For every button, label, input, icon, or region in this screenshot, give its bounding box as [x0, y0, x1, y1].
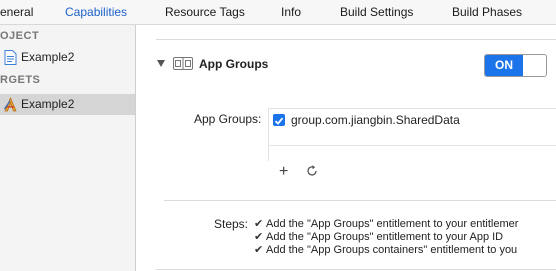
- targets-section-header: RGETS: [0, 74, 41, 86]
- group-checkbox[interactable]: [273, 114, 285, 126]
- step-text: Add the "App Groups" entitlement to your…: [266, 231, 504, 243]
- checkmark-icon: ✔: [254, 218, 264, 230]
- tab-resource-tags[interactable]: Resource Tags: [165, 5, 245, 19]
- checkmark-icon: ✔: [254, 244, 264, 256]
- editor-tab-bar: eneral Capabilities Resource Tags Info B…: [0, 0, 556, 25]
- step-text: Add the "App Groups containers" entitlem…: [266, 244, 518, 256]
- step-item: ✔ Add the "App Groups" entitlement to you…: [254, 217, 518, 230]
- sidebar-item-label: Example2: [21, 50, 75, 64]
- divider: [156, 39, 556, 40]
- group-identifier: group.com.jiangbin.SharedData: [291, 113, 460, 127]
- sidebar-item-project[interactable]: Example2: [0, 47, 135, 68]
- tab-general[interactable]: eneral: [0, 5, 33, 19]
- step-item: ✔ Add the "App Groups" entitlement to you…: [254, 230, 503, 243]
- list-row-divider: [269, 145, 556, 146]
- tab-build-settings[interactable]: Build Settings: [340, 5, 413, 19]
- add-group-button[interactable]: +: [279, 164, 288, 180]
- steps-label: Steps:: [214, 217, 249, 231]
- app-groups-field-label: App Groups:: [194, 112, 262, 126]
- toggle-on-label: ON: [485, 55, 523, 76]
- app-groups-list: group.com.jiangbin.SharedData: [268, 108, 556, 161]
- tab-capabilities[interactable]: Capabilities: [65, 5, 127, 19]
- checkmark-icon: ✔: [254, 231, 264, 243]
- divider: [156, 269, 556, 270]
- step-text: Add the "App Groups" entitlement to your…: [266, 218, 519, 230]
- project-navigator-sidebar: OJECT Example2 RGETS Example2: [0, 25, 136, 271]
- app-target-icon: [4, 97, 17, 112]
- tab-build-phases[interactable]: Build Phases: [452, 5, 522, 19]
- step-item: ✔ Add the "App Groups containers" entitle…: [254, 243, 517, 256]
- refresh-icon[interactable]: [305, 164, 319, 178]
- capabilities-pane: App Groups ON App Groups: group.com.jian…: [136, 25, 556, 271]
- sidebar-item-target[interactable]: Example2: [0, 94, 135, 115]
- divider: [164, 200, 556, 201]
- project-file-icon: [4, 50, 17, 65]
- sidebar-item-label: Example2: [21, 97, 75, 111]
- tab-info[interactable]: Info: [281, 5, 301, 19]
- capability-title: App Groups: [199, 57, 269, 71]
- checkmark-icon: [274, 117, 284, 125]
- app-groups-toggle[interactable]: ON: [484, 54, 547, 77]
- project-section-header: OJECT: [0, 30, 40, 42]
- app-groups-icon: [173, 57, 193, 70]
- disclosure-triangle-icon[interactable]: [157, 60, 165, 67]
